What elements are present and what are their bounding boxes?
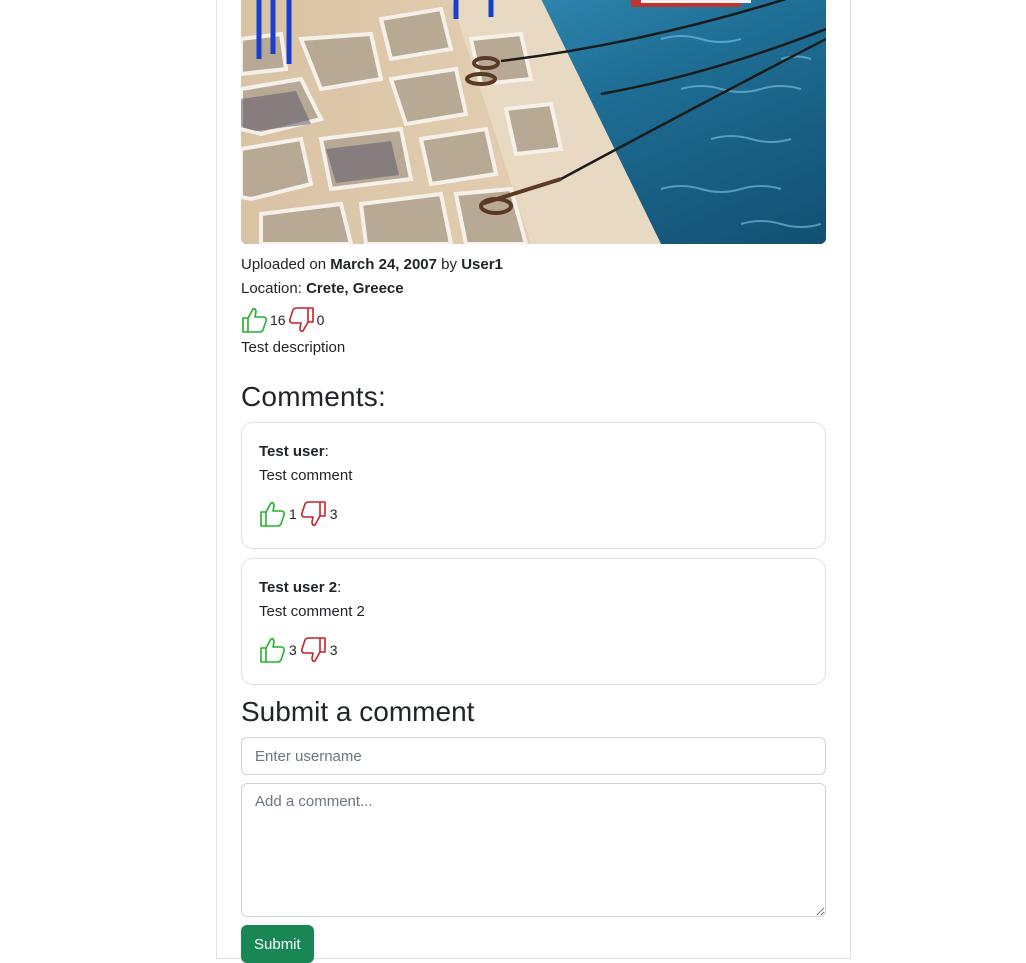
thumbs-down-icon[interactable]	[300, 500, 327, 528]
thumbs-down-icon[interactable]	[288, 306, 315, 334]
comment-text: Test comment 2	[259, 603, 365, 620]
thumbs-down-icon[interactable]	[300, 636, 327, 664]
comment-form: Submit	[241, 737, 826, 963]
thumbs-up-icon[interactable]	[241, 306, 268, 334]
upload-date: March 24, 2007	[330, 256, 437, 273]
by-word: by	[441, 256, 458, 273]
comment-card: Test user 2: Test comment 2 3 3	[241, 558, 826, 685]
author-colon: :	[337, 579, 342, 596]
submit-comment-heading: Submit a comment	[241, 696, 475, 727]
uploader-name: User1	[461, 256, 503, 273]
photo-description: Test description	[241, 339, 346, 356]
comment-votes: 3 3	[259, 635, 808, 665]
comment-text: Test comment	[259, 467, 353, 484]
location-info: Location: Crete, Greece	[241, 277, 826, 301]
comment-author-line: Test user 2:	[259, 576, 808, 600]
thumbs-up-icon[interactable]	[259, 500, 286, 528]
comment-like-count: 1	[289, 506, 297, 522]
harbor-photo	[241, 0, 826, 244]
photo-like-count: 16	[270, 312, 286, 328]
comments-heading: Comments:	[241, 381, 386, 412]
comment-author: Test user	[259, 443, 325, 460]
submit-button[interactable]: Submit	[241, 925, 314, 963]
photo-detail-card: Uploaded on March 24, 2007 by User1 Loca…	[216, 0, 851, 963]
photo-votes: 16 0	[241, 305, 826, 335]
comment-like-count: 3	[289, 642, 297, 658]
comment-dislike-count: 3	[329, 642, 338, 658]
comment-author: Test user 2	[259, 579, 338, 596]
uploaded-prefix: Uploaded on	[241, 256, 327, 273]
photo-dislike-count: 0	[316, 312, 325, 328]
comment-dislike-count: 3	[329, 506, 338, 522]
upload-info: Uploaded on March 24, 2007 by User1	[241, 253, 826, 277]
photo-detail-content: Uploaded on March 24, 2007 by User1 Loca…	[241, 0, 826, 963]
author-colon: :	[324, 443, 329, 460]
comment-author-line: Test user:	[259, 440, 808, 464]
thumbs-up-icon[interactable]	[259, 636, 286, 664]
location-value: Crete, Greece	[306, 280, 404, 297]
username-input[interactable]	[241, 737, 826, 775]
location-prefix: Location:	[241, 280, 302, 297]
comment-textarea[interactable]	[241, 783, 826, 917]
comment-card: Test user: Test comment 1 3	[241, 422, 826, 549]
comment-votes: 1 3	[259, 499, 808, 529]
